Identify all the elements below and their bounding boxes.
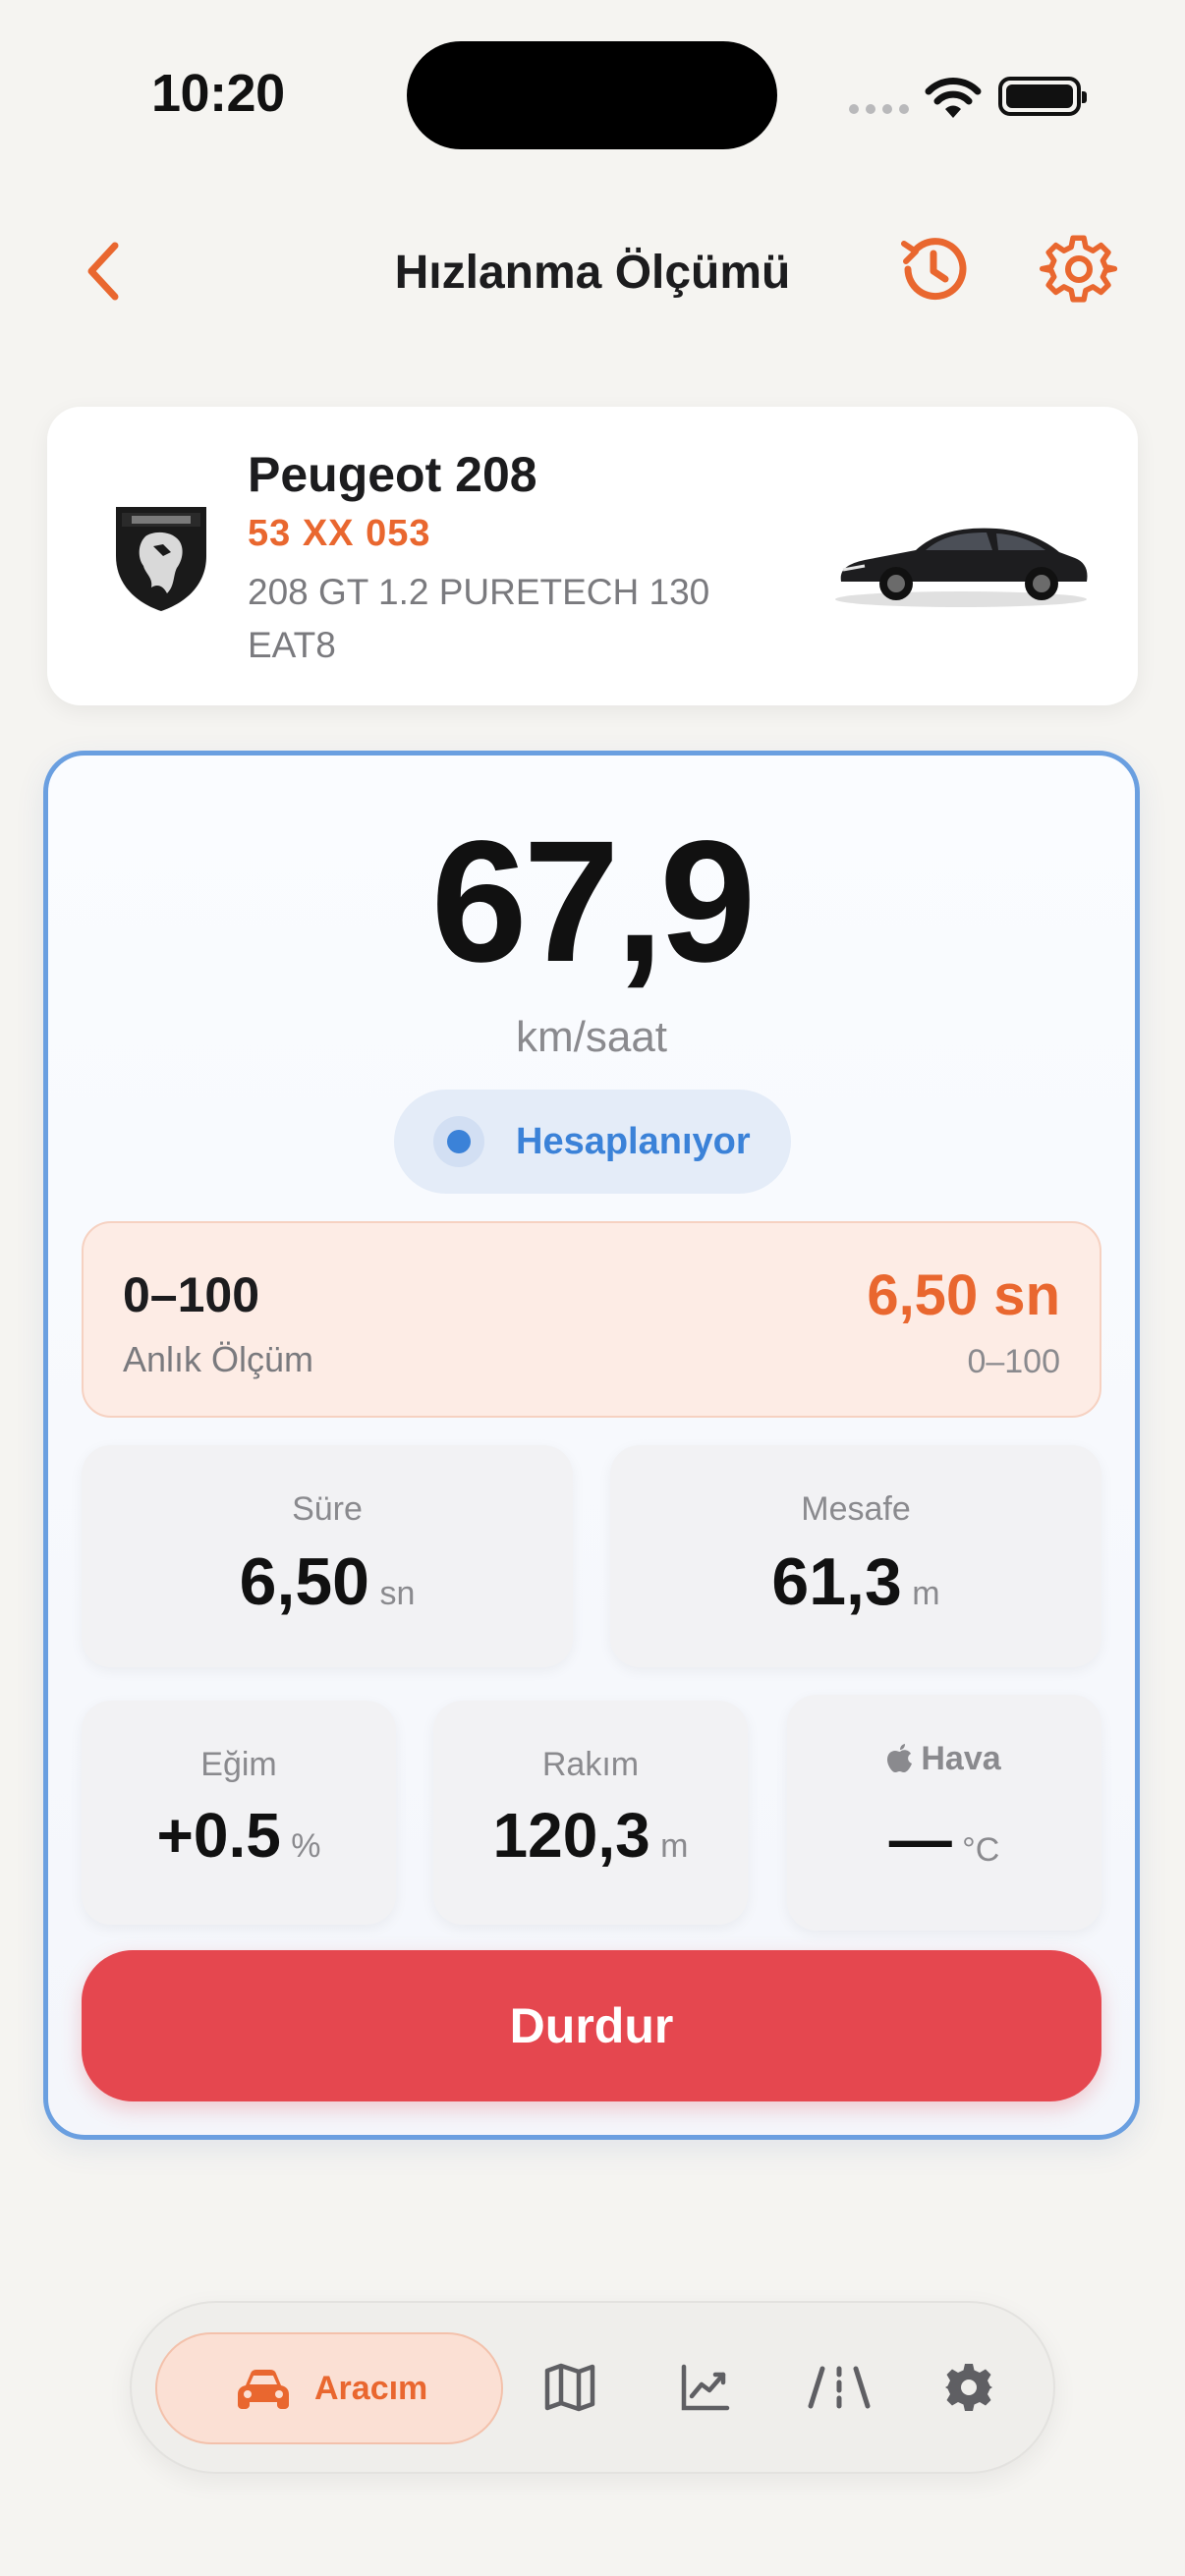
speed-unit: km/saat (515, 1013, 668, 1061)
speed-value: 67,9 (430, 806, 757, 998)
history-button[interactable] (894, 230, 973, 308)
road-icon (808, 2366, 871, 2409)
peugeot-logo-icon (116, 507, 206, 611)
altitude-value: 120,3 (492, 1800, 650, 1871)
altitude-unit: m (660, 1827, 689, 1865)
result-caption: Anlık Ölçüm (123, 1339, 314, 1379)
vehicle-model: 208 GT 1.2 PURETECH 130 EAT8 (248, 572, 710, 665)
settings-button[interactable] (1039, 230, 1118, 308)
page-title: Hızlanma Ölçümü (394, 247, 791, 299)
gear-icon (1039, 235, 1118, 303)
cellular-signal-icon (849, 104, 909, 114)
vehicle-name: Peugeot 208 (248, 447, 537, 502)
duration-value: 6,50 (239, 1544, 369, 1619)
altitude-label: Rakım (541, 1746, 640, 1783)
distance-unit: m (912, 1575, 940, 1612)
vehicle-card[interactable]: Peugeot 208 53 XX 053 208 GT 1.2 PURETEC… (47, 407, 1138, 705)
slope-value: +0.5 (156, 1800, 281, 1871)
measurement-panel: 67,9 km/saat Hesaplanıyor 0–100 Anlık Öl… (43, 751, 1140, 2140)
duration-card: Süre 6,50 sn (82, 1445, 573, 1667)
result-range: 0–100 (123, 1267, 260, 1322)
tab-statistics[interactable] (666, 2348, 745, 2427)
distance-label: Mesafe (801, 1490, 911, 1528)
tab-map[interactable] (531, 2348, 609, 2427)
weather-label: Hava (921, 1740, 1001, 1777)
duration-label: Süre (292, 1490, 363, 1528)
wifi-icon (925, 78, 982, 118)
vehicle-plate: 53 XX 053 (248, 513, 431, 554)
distance-card: Mesafe 61,3 m (610, 1445, 1101, 1667)
header: Hızlanma Ölçümü (0, 216, 1185, 324)
status-label: Hesaplanıyor (516, 1121, 751, 1162)
weather-card: Hava — °C (787, 1695, 1101, 1931)
tab-settings[interactable] (930, 2348, 1008, 2427)
history-icon (901, 238, 967, 301)
tab-road[interactable] (800, 2348, 878, 2427)
gear-icon (945, 2364, 992, 2411)
tab-my-car-label: Aracım (314, 2370, 428, 2407)
battery-icon (998, 77, 1087, 116)
slope-unit: % (291, 1827, 321, 1865)
dynamic-island (407, 41, 777, 149)
status-bar: 10:20 (0, 0, 1185, 187)
tab-bar: Aracım (130, 2301, 1055, 2474)
tab-my-car[interactable]: Aracım (155, 2332, 503, 2444)
weather-value: — (888, 1804, 952, 1875)
duration-unit: sn (379, 1575, 416, 1612)
slope-card: Eğim +0.5 % (82, 1701, 396, 1925)
status-time: 10:20 (151, 64, 285, 123)
distance-value: 61,3 (771, 1544, 902, 1619)
slope-label: Eğim (200, 1746, 277, 1783)
car-image (835, 528, 1088, 607)
car-icon (238, 2370, 289, 2409)
result-time: 6,50 sn (867, 1263, 1060, 1327)
status-dot-icon (433, 1116, 484, 1167)
altitude-card: Rakım 120,3 m (433, 1701, 748, 1925)
map-icon (544, 2363, 595, 2412)
result-range-sub: 0–100 (967, 1343, 1060, 1380)
result-box: 0–100 Anlık Ölçüm 6,50 sn 0–100 (82, 1221, 1101, 1418)
stop-button[interactable]: Durdur (82, 1950, 1101, 2101)
weather-unit: °C (962, 1831, 1000, 1869)
chart-icon (681, 2364, 730, 2411)
status-badge: Hesaplanıyor (394, 1090, 791, 1194)
apple-icon (887, 1744, 913, 1772)
